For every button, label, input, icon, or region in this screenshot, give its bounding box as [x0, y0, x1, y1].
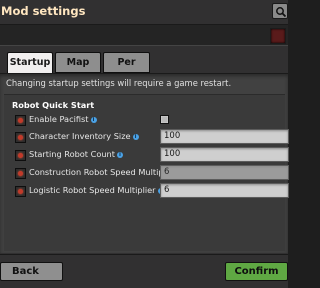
- titlebar: Mod settings: [0, 0, 288, 24]
- construction-robot-speed-multiplier-field[interactable]: 6: [160, 165, 289, 180]
- restart-notice: Changing startup settings will require a…: [6, 78, 232, 88]
- tab-map[interactable]: Map: [55, 52, 101, 73]
- info-icon[interactable]: i: [132, 134, 139, 140]
- mod-setting-icon: [15, 186, 26, 197]
- setting-row-character-inventory-size: Character Inventory Size i 100: [15, 129, 289, 144]
- setting-label: Logistic Robot Speed Multiplieri: [29, 185, 164, 195]
- setting-label-text: Construction Robot Speed Multiplier: [29, 167, 177, 177]
- confirm-button[interactable]: Confirm: [225, 262, 288, 281]
- toolbar-strip: [0, 24, 288, 46]
- mod-settings-window: Mod settings Startup Map Per player Chan…: [0, 0, 289, 288]
- mod-setting-icon: [15, 115, 26, 126]
- mod-setting-icon: [15, 132, 26, 143]
- info-icon[interactable]: i: [116, 152, 123, 158]
- setting-label: Starting Robot Count i: [29, 149, 123, 159]
- setting-label-text: Starting Robot Count: [29, 149, 115, 159]
- tab-startup[interactable]: Startup: [7, 52, 53, 73]
- enable-pacifist-checkbox[interactable]: [160, 115, 169, 124]
- setting-label: Character Inventory Size i: [29, 131, 139, 141]
- setting-label-text: Logistic Robot Speed Multiplier: [29, 185, 156, 195]
- setting-row-construction-robot-speed-multiplier: Construction Robot Speed Multiplieri 6: [15, 165, 289, 180]
- setting-label: Enable Pacifist i: [29, 114, 97, 124]
- setting-row-enable-pacifist: Enable Pacifist i: [15, 113, 280, 127]
- section-title: Robot Quick Start: [12, 100, 95, 110]
- mod-setting-icon: [15, 168, 26, 179]
- info-icon[interactable]: i: [90, 117, 97, 123]
- setting-label-text: Character Inventory Size: [29, 131, 131, 141]
- setting-label-text: Enable Pacifist: [29, 114, 89, 124]
- mod-setting-icon: [15, 150, 26, 161]
- status-indicator[interactable]: [270, 28, 286, 44]
- setting-row-starting-robot-count: Starting Robot Count i 100: [15, 147, 289, 162]
- character-inventory-size-field[interactable]: 100: [160, 129, 289, 144]
- back-button[interactable]: Back: [0, 262, 63, 281]
- tab-per-player[interactable]: Per player: [103, 52, 150, 88]
- window-title: Mod settings: [1, 4, 86, 18]
- search-icon: [276, 7, 287, 18]
- starting-robot-count-field[interactable]: 100: [160, 147, 289, 162]
- search-button[interactable]: [272, 3, 288, 19]
- logistic-robot-speed-multiplier-field[interactable]: 6: [160, 183, 289, 198]
- setting-row-logistic-robot-speed-multiplier: Logistic Robot Speed Multiplieri 6: [15, 183, 289, 198]
